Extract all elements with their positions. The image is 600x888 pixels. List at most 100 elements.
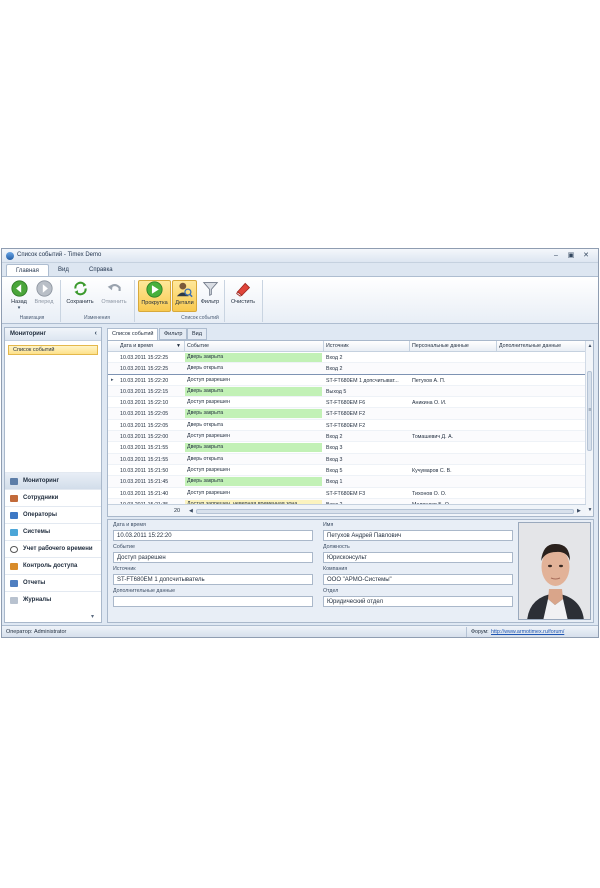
- filter-button[interactable]: Фильтр: [198, 280, 222, 312]
- table-row[interactable]: ▸ 10.03.2011 15:22:20 Доступ разрешен ST-FT…: [108, 373, 586, 387]
- grid-body: 10.03.2011 15:22:25 Дверь закрыта Вход 2 10…: [108, 352, 586, 504]
- nav-item-event-list[interactable]: Список событий: [8, 345, 98, 355]
- table-row[interactable]: 10.03.2011 15:21:50 Доступ разрешен Вход 5…: [108, 465, 586, 477]
- name-field[interactable]: Петухов Андрей Павлович: [323, 530, 513, 541]
- maximize-icon[interactable]: ▣: [565, 252, 577, 260]
- close-icon[interactable]: ✕: [580, 252, 592, 260]
- play-icon: [146, 281, 163, 298]
- back-button[interactable]: Назад ▾: [7, 280, 31, 312]
- cell-person: Петухов А. П.: [412, 377, 446, 384]
- cell-extra: [499, 490, 579, 498]
- forward-button[interactable]: Вперед: [32, 280, 56, 312]
- nav-group-operators[interactable]: Операторы: [5, 506, 101, 523]
- nav-group-access-control[interactable]: Контроль доступа: [5, 557, 101, 574]
- nav-group-label: Операторы: [23, 512, 57, 518]
- cell-person: [412, 456, 495, 464]
- tab-filter[interactable]: Фильтр: [159, 328, 188, 340]
- forward-label: Вперед: [34, 299, 54, 305]
- column-divider: [409, 341, 410, 352]
- table-row[interactable]: 10.03.2011 15:22:00 Доступ разрешен Вход 2…: [108, 431, 586, 443]
- event-detail-panel: Дата и время 10.03.2011 15:22:20 Событие…: [107, 519, 594, 623]
- position-field[interactable]: Юрисконсульт: [323, 552, 513, 563]
- clear-button[interactable]: Очистить: [227, 280, 259, 312]
- event-grid: Дата и время ▼ Событие Источник Персонал…: [107, 340, 594, 517]
- table-row[interactable]: 10.03.2011 15:22:15 Дверь закрыта Выход 5: [108, 385, 586, 398]
- content-tab-bar: Список событий Фильтр Вид: [107, 327, 597, 340]
- column-header-person[interactable]: Персональные данные: [412, 343, 469, 349]
- table-row[interactable]: 10.03.2011 15:22:10 Доступ разрешен ST-FT6…: [108, 397, 586, 409]
- nav-header: Мониторинг ‹: [5, 328, 101, 341]
- cell-extra: [499, 388, 579, 396]
- cell-person: [412, 422, 495, 430]
- column-divider: [496, 341, 497, 352]
- column-divider: [323, 341, 324, 352]
- chevron-down-icon[interactable]: ▾: [91, 613, 94, 620]
- title-bar: Список событий - Timex Demo – ▣ ✕: [2, 249, 598, 263]
- scroll-down-icon[interactable]: ▼: [586, 507, 593, 513]
- tab-home[interactable]: Главная: [6, 264, 49, 276]
- table-row[interactable]: 10.03.2011 15:21:45 Дверь закрыта Вход 1: [108, 476, 586, 488]
- table-row[interactable]: 10.03.2011 15:22:25 Дверь открыта Вход 2: [108, 363, 586, 375]
- table-row[interactable]: 10.03.2011 15:21:55 Дверь закрыта Вход 3: [108, 442, 586, 454]
- chevron-left-icon[interactable]: ‹: [95, 330, 97, 337]
- table-row[interactable]: 10.03.2011 15:22:05 Дверь открыта ST-FT680…: [108, 420, 586, 432]
- position-label: Должность: [323, 544, 350, 550]
- cell-extra: [499, 422, 579, 430]
- department-field[interactable]: Юридический отдел: [323, 596, 513, 607]
- horizontal-scroll-thumb[interactable]: [196, 509, 574, 514]
- table-row[interactable]: 10.03.2011 15:21:55 Дверь открыта Вход 3: [108, 453, 586, 465]
- nav-group-monitoring[interactable]: Мониторинг: [5, 472, 101, 489]
- table-row[interactable]: 10.03.2011 15:21:40 Доступ разрешен ST-FT6…: [108, 488, 586, 499]
- cell-event: Дверь закрыта: [185, 477, 322, 487]
- company-field[interactable]: ООО "АРМО-Системы": [323, 574, 513, 585]
- nav-group-employees[interactable]: Сотрудники: [5, 489, 101, 506]
- nav-group-label: Системы: [23, 529, 51, 535]
- nav-group-time-tracking[interactable]: Учет рабочего времени: [5, 540, 101, 557]
- scroll-label: Прокрутка: [141, 300, 168, 306]
- tab-view-settings[interactable]: Вид: [187, 328, 207, 340]
- forum-link[interactable]: http://www.armotimex.ru/forum/: [491, 629, 564, 635]
- back-arrow-icon: [10, 280, 28, 297]
- nav-pane: Мониторинг ‹ Список событий Мониторинг С…: [4, 327, 102, 623]
- nav-group-label: Журналы: [23, 597, 52, 603]
- nav-group-journals[interactable]: Журналы: [5, 591, 101, 608]
- cell-source: ST-FT680EM 1 допсчитыват...: [326, 377, 399, 384]
- event-field[interactable]: Доступ разрешен: [113, 552, 313, 563]
- extra-data-field[interactable]: [113, 596, 313, 607]
- vertical-scrollbar[interactable]: ▲ ≡ ▼: [585, 341, 593, 516]
- group-label-changes: Изменения: [84, 315, 110, 321]
- column-header-datetime[interactable]: Дата и время: [120, 343, 153, 349]
- save-button[interactable]: Сохранить: [63, 280, 97, 312]
- monitor-icon: [10, 478, 18, 485]
- scroll-left-icon[interactable]: ◀: [189, 508, 193, 514]
- status-divider: [466, 627, 467, 637]
- scroll-toggle-button[interactable]: Прокрутка: [138, 280, 171, 312]
- refresh-save-icon: [73, 281, 87, 296]
- cell-datetime: 10.03.2011 15:22:25: [120, 355, 169, 361]
- datetime-field[interactable]: 10.03.2011 15:22:20: [113, 530, 313, 541]
- minimize-icon[interactable]: –: [550, 252, 562, 260]
- cell-source: Вход 1: [326, 479, 343, 486]
- source-field[interactable]: ST-FT680EM 1 допсчитыватель: [113, 574, 313, 585]
- table-row[interactable]: 10.03.2011 15:22:05 Дверь закрыта ST-FT680…: [108, 408, 586, 420]
- nav-group-reports[interactable]: Отчеты: [5, 574, 101, 591]
- nav-group-systems[interactable]: Системы: [5, 523, 101, 540]
- door-icon: [10, 563, 18, 570]
- company-label: Компания: [323, 566, 348, 572]
- tab-help[interactable]: Справка: [80, 264, 122, 276]
- tab-event-list[interactable]: Список событий: [107, 328, 159, 340]
- cancel-button[interactable]: Отменить: [98, 280, 130, 312]
- operators-icon: [10, 512, 18, 519]
- scroll-right-icon[interactable]: ▶: [577, 508, 581, 514]
- table-row[interactable]: 10.03.2011 15:22:25 Дверь закрыта Вход 2: [108, 352, 586, 364]
- scroll-up-icon[interactable]: ▲: [586, 343, 593, 349]
- column-header-extra[interactable]: Дополнительные данные: [499, 343, 561, 349]
- details-toggle-button[interactable]: Детали: [172, 280, 197, 312]
- column-header-event[interactable]: Событие: [187, 343, 209, 349]
- cell-source: ST-FT680EM F6: [326, 400, 366, 407]
- column-header-source[interactable]: Источник: [326, 343, 349, 349]
- cell-source: ST-FT680EM F3: [326, 490, 366, 497]
- ribbon-separator: [134, 280, 135, 322]
- tab-view[interactable]: Вид: [49, 264, 78, 276]
- cell-person: Тихонов О. О.: [412, 490, 447, 497]
